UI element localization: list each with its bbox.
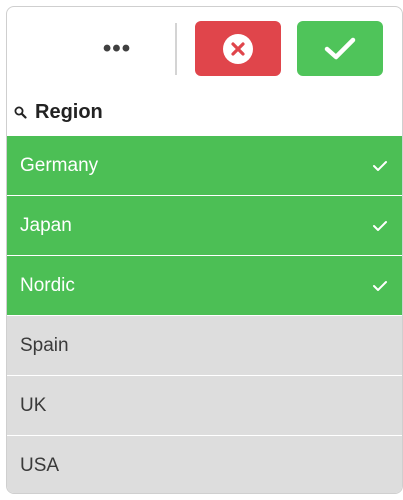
selection-listbox: ••• Region Germany Japan Nordic Spain UK USA — [6, 6, 403, 494]
list-item-label: USA — [20, 454, 60, 476]
list-item-label: UK — [20, 394, 47, 416]
confirm-selection-button[interactable] — [297, 21, 383, 76]
list-item-label: Nordic — [20, 274, 75, 296]
list-item[interactable]: Japan — [7, 196, 402, 255]
checkmark-icon — [372, 159, 388, 173]
list-item[interactable]: Nordic — [7, 256, 402, 315]
list-item-label: Japan — [20, 214, 72, 236]
list-item[interactable]: Germany — [7, 136, 402, 195]
list-item[interactable]: UK — [7, 376, 402, 435]
search-icon[interactable] — [13, 106, 27, 120]
selection-toolbar: ••• — [7, 7, 402, 89]
cancel-selection-button[interactable] — [195, 21, 281, 76]
list-item[interactable]: Spain — [7, 316, 402, 375]
checkmark-icon — [324, 37, 356, 59]
more-options-button[interactable]: ••• — [97, 29, 137, 69]
close-circle-icon — [223, 33, 253, 64]
list-item-label: Germany — [20, 154, 99, 176]
toolbar-divider — [175, 23, 177, 75]
list-item[interactable]: USA — [7, 436, 402, 493]
more-options-label: ••• — [102, 35, 132, 62]
list-item-label: Spain — [20, 334, 69, 356]
value-list: Germany Japan Nordic Spain UK USA — [7, 136, 402, 493]
checkmark-icon — [372, 279, 388, 293]
checkmark-icon — [372, 219, 388, 233]
listbox-header[interactable]: Region — [7, 89, 402, 136]
field-title: Region — [35, 101, 103, 123]
